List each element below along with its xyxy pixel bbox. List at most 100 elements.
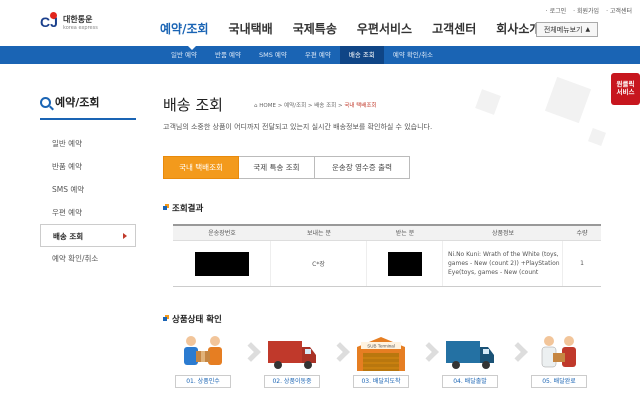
cj-logo-mark-icon: CJ xyxy=(40,12,60,32)
cell-sender: C*장 xyxy=(271,241,367,286)
login-link[interactable]: · 로그인 xyxy=(546,6,566,15)
all-menu-button[interactable]: 전체메뉴보기 ▲ xyxy=(536,22,598,37)
subnav-sms[interactable]: SMS 예약 xyxy=(250,46,296,64)
table-row: C*장 Ni.No Kuni: Wrath of the White (toys… xyxy=(173,241,601,287)
breadcrumb-current: 국내 택배조회 xyxy=(344,103,377,109)
logo-text: 대한통운 korea express xyxy=(63,14,98,31)
col-sender: 보내는 분 xyxy=(307,230,331,237)
site-header: CJ 대한통운 korea express · 로그인 · 회원가입 · 고객센… xyxy=(0,0,640,46)
cj-logo[interactable]: CJ 대한통운 korea express xyxy=(40,12,98,32)
step-delivered-label: 05. 배달완료 xyxy=(531,375,587,388)
chevron-right-icon xyxy=(330,342,350,362)
breadcrumb-separator: > xyxy=(277,103,283,109)
subnav-postal[interactable]: 우편 예약 xyxy=(296,46,340,64)
breadcrumb-tracking[interactable]: 배송 조회 xyxy=(314,103,336,109)
decor-cube xyxy=(588,128,606,146)
nav-support[interactable]: 고객센터 xyxy=(432,20,476,37)
breadcrumb: ⌂ HOME > 예약/조회 > 배송 조회 > 국내 택배조회 xyxy=(254,101,376,109)
page-title: 배송 조회 xyxy=(163,96,223,114)
one-click-service-button[interactable]: 원클릭 서비스 xyxy=(611,73,640,105)
sidebar-title-label: 예약/조회 xyxy=(55,96,100,109)
handover-icon xyxy=(175,333,231,373)
delivered-icon xyxy=(531,333,587,373)
cell-quantity: 1 xyxy=(580,260,584,267)
search-icon xyxy=(40,96,51,108)
step-out-for-delivery: 04. 배달출발 xyxy=(442,333,528,388)
active-nav-pointer xyxy=(188,46,196,50)
tab-receipt-print[interactable]: 운송장 영수증 출력 xyxy=(315,156,410,179)
sidebar: 예약/조회 일반 예약 반품 예약 SMS 예약 우편 예약 배송 조회 예약 … xyxy=(40,94,136,270)
col-waybill: 운송장번호 xyxy=(208,230,236,237)
customer-center-link[interactable]: · 고객센터 xyxy=(606,6,632,15)
subnav-general[interactable]: 일반 예약 xyxy=(162,46,206,64)
customer-center-link-label: 고객센터 xyxy=(609,8,632,15)
chevron-right-icon xyxy=(241,342,261,362)
decor-cube xyxy=(544,76,592,124)
step-in-transit-label: 02. 상품이동중 xyxy=(264,375,320,388)
subnav-tracking[interactable]: 배송 조회 xyxy=(339,46,384,64)
blue-truck-icon xyxy=(442,333,498,373)
breadcrumb-reservation[interactable]: 예약/조회 xyxy=(284,103,306,109)
nav-company[interactable]: 회사소개 xyxy=(496,20,540,37)
logo-dot xyxy=(50,12,57,19)
sidebar-item-tracking[interactable]: 배송 조회 xyxy=(40,224,136,247)
sidebar-item-return[interactable]: 반품 예약 xyxy=(40,155,136,178)
nav-postal[interactable]: 우편서비스 xyxy=(357,20,412,37)
terminal-icon: SUB Terminal xyxy=(353,333,409,373)
subnav-return[interactable]: 반품 예약 xyxy=(206,46,250,64)
section-bullet-icon xyxy=(163,206,167,210)
sub-nav: 일반 예약 반품 예약 SMS 예약 우편 예약 배송 조회 예약 확인/취소 xyxy=(0,46,640,64)
breadcrumb-home[interactable]: HOME xyxy=(259,103,276,109)
result-section-title: 조회결과 xyxy=(163,202,203,214)
sidebar-item-postal[interactable]: 우편 예약 xyxy=(40,201,136,224)
terminal-sign: SUB Terminal xyxy=(367,344,394,349)
sidebar-item-confirm[interactable]: 예약 확인/취소 xyxy=(40,247,136,270)
signup-link[interactable]: · 회원가입 xyxy=(573,6,599,15)
step-pickup: 01. 상품인수 xyxy=(175,333,261,388)
logo-english: korea express xyxy=(63,24,98,31)
cell-waybill[interactable] xyxy=(173,241,271,286)
login-link-label: 로그인 xyxy=(549,8,567,15)
result-table: 운송장번호 보내는 분 받는 분 상품정보 수량 C*장 Ni.No Kuni:… xyxy=(173,224,601,287)
step-in-transit: 02. 상품이동중 xyxy=(264,333,350,388)
utility-links: · 로그인 · 회원가입 · 고객센터 xyxy=(546,6,632,15)
breadcrumb-separator: > xyxy=(338,103,343,109)
cell-product: Ni.No Kuni: Wrath of the White (toys, ga… xyxy=(443,241,563,286)
all-menu-label: 전체메뉴보기 xyxy=(543,25,583,34)
status-section-title: 상품상태 확인 xyxy=(163,313,222,325)
caret-up-icon: ▲ xyxy=(585,26,591,33)
sidebar-title: 예약/조회 xyxy=(40,94,136,120)
redacted-waybill xyxy=(194,251,249,276)
status-steps: 01. 상품인수 02. 상품이동중 SUB Terminal 03. 배달지도… xyxy=(175,333,587,388)
col-receiver: 받는 분 xyxy=(395,230,415,237)
status-section-label: 상품상태 확인 xyxy=(172,315,222,325)
step-delivered: 05. 배달완료 xyxy=(531,333,587,388)
section-bullet-icon xyxy=(163,317,167,321)
nav-domestic[interactable]: 국내택배 xyxy=(229,20,273,37)
nav-international[interactable]: 국제특송 xyxy=(293,20,337,37)
step-arrived-label: 03. 배달지도착 xyxy=(353,375,409,388)
sidebar-item-sms[interactable]: SMS 예약 xyxy=(40,178,136,201)
cell-receiver xyxy=(367,241,443,286)
col-product: 상품정보 xyxy=(491,230,515,237)
subnav-confirm[interactable]: 예약 확인/취소 xyxy=(384,46,442,64)
main-nav: 예약/조회 국내택배 국제특송 우편서비스 고객센터 회사소개 xyxy=(160,20,560,37)
tab-international-tracking[interactable]: 국제 특송 조회 xyxy=(239,156,315,179)
chevron-right-icon xyxy=(419,342,439,362)
step-out-for-delivery-label: 04. 배달출발 xyxy=(442,375,498,388)
sidebar-item-general[interactable]: 일반 예약 xyxy=(40,132,136,155)
step-pickup-label: 01. 상품인수 xyxy=(175,375,231,388)
sidebar-list: 일반 예약 반품 예약 SMS 예약 우편 예약 배송 조회 예약 확인/취소 xyxy=(40,132,136,270)
breadcrumb-separator: > xyxy=(307,103,313,109)
signup-link-label: 회원가입 xyxy=(576,8,600,15)
tab-domestic-tracking[interactable]: 국내 택배조회 xyxy=(163,156,239,179)
page-description: 고객님의 소중한 상품이 어디까지 전달되고 있는지 실시간 배송정보를 확인하… xyxy=(163,123,433,131)
step-arrived: SUB Terminal 03. 배달지도착 xyxy=(353,333,439,388)
decor-cube xyxy=(475,89,501,115)
home-icon: ⌂ xyxy=(254,103,258,109)
redacted-receiver xyxy=(387,251,422,276)
table-header: 운송장번호 보내는 분 받는 분 상품정보 수량 xyxy=(173,226,601,241)
red-truck-icon xyxy=(264,333,320,373)
one-click-line1: 원클릭 xyxy=(616,80,635,88)
nav-reservation[interactable]: 예약/조회 xyxy=(160,20,209,37)
